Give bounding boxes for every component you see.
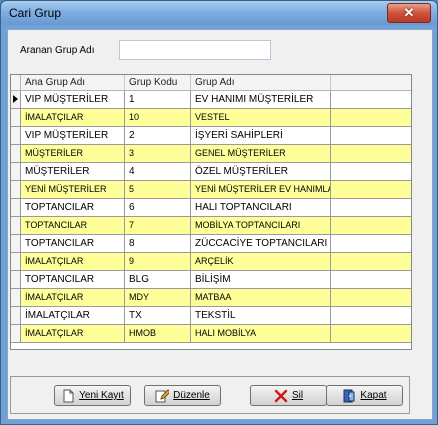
row-indicator[interactable] (11, 145, 21, 162)
row-indicator[interactable] (11, 127, 21, 144)
cell-ana-grup[interactable]: İMALATÇILAR (21, 307, 125, 324)
window-title: Cari Grup (9, 6, 62, 20)
column-header-grup-kodu[interactable]: Grup Kodu (125, 75, 191, 90)
column-header-ana-grup[interactable]: Ana Grup Adı (21, 75, 125, 90)
table-row[interactable]: İMALATÇILAR TX TEKSTİL (11, 307, 411, 325)
column-header-grup-adi[interactable]: Grup Adı (191, 75, 331, 90)
table-row[interactable]: TOPTANCILAR 7 MOBİLYA TOPTANCILARI (11, 217, 411, 235)
table-row[interactable]: TOPTANCILAR 8 ZÜCCACİYE TOPTANCILARI (11, 235, 411, 253)
row-indicator[interactable] (11, 235, 21, 252)
cell-grup-adi[interactable]: ZÜCCACİYE TOPTANCILARI (191, 235, 331, 252)
cell-grup-kodu[interactable]: 2 (125, 127, 191, 144)
cell-grup-adi[interactable]: GENEL MÜŞTERİLER (191, 145, 331, 162)
row-indicator[interactable] (11, 307, 21, 324)
row-indicator[interactable] (11, 163, 21, 180)
row-indicator[interactable] (11, 271, 21, 288)
delete-icon (274, 389, 288, 403)
row-indicator[interactable] (11, 91, 21, 108)
delete-label: Sil (291, 390, 304, 401)
close-button[interactable]: Kapat (326, 385, 403, 406)
cell-ana-grup[interactable]: İMALATÇILAR (21, 289, 125, 306)
new-document-icon (61, 389, 75, 403)
table-row[interactable]: VIP MÜŞTERİLER 1 EV HANIMI MÜŞTERİLER (11, 91, 411, 109)
cell-ana-grup[interactable]: TOPTANCILAR (21, 235, 125, 252)
current-row-arrow-icon (13, 95, 18, 103)
cell-grup-adi[interactable]: BİLİŞİM (191, 271, 331, 288)
cell-grup-kodu[interactable]: BLG (125, 271, 191, 288)
cell-grup-kodu[interactable]: TX (125, 307, 191, 324)
title-bar[interactable]: Cari Grup ✕ (1, 1, 437, 25)
cell-grup-adi[interactable]: HALI TOPTANCILARI (191, 199, 331, 216)
client-area: Aranan Grup Adı Ana Grup Adı Grup Kodu G… (7, 29, 433, 420)
cell-grup-kodu[interactable]: 10 (125, 109, 191, 126)
cell-grup-adi[interactable]: MATBAA (191, 289, 331, 306)
row-indicator[interactable] (11, 181, 21, 198)
cell-ana-grup[interactable]: İMALATÇILAR (21, 253, 125, 270)
cell-grup-kodu[interactable]: HMOB (125, 325, 191, 342)
table-row[interactable]: TOPTANCILAR 6 HALI TOPTANCILARI (11, 199, 411, 217)
window-close-button[interactable]: ✕ (387, 3, 431, 23)
cell-grup-kodu[interactable]: 8 (125, 235, 191, 252)
table-row[interactable]: İMALATÇILAR MDY MATBAA (11, 289, 411, 307)
cell-grup-kodu[interactable]: 9 (125, 253, 191, 270)
cell-grup-kodu[interactable]: 6 (125, 199, 191, 216)
cell-grup-adi[interactable]: HALI MOBİLYA (191, 325, 331, 342)
cell-grup-kodu[interactable]: 5 (125, 181, 191, 198)
cell-ana-grup[interactable]: YENİ MÜŞTERİLER (21, 181, 125, 198)
new-record-button[interactable]: Yeni Kayıt (54, 385, 131, 406)
exit-door-icon (342, 389, 356, 403)
cell-grup-adi[interactable]: ÖZEL MÜŞTERİLER (191, 163, 331, 180)
close-label: Kapat (360, 390, 387, 401)
cell-grup-adi[interactable]: TEKSTİL (191, 307, 331, 324)
delete-button[interactable]: Sil (250, 385, 327, 406)
cell-grup-kodu[interactable]: 7 (125, 217, 191, 234)
table-row[interactable]: MÜŞTERİLER 4 ÖZEL MÜŞTERİLER (11, 163, 411, 181)
cell-grup-adi[interactable]: VESTEL (191, 109, 331, 126)
table-row[interactable]: YENİ MÜŞTERİLER 5 YENİ MÜŞTERİLER EV HANIM… (11, 181, 411, 199)
cell-ana-grup[interactable]: TOPTANCILAR (21, 217, 125, 234)
cell-grup-kodu[interactable]: 4 (125, 163, 191, 180)
cell-ana-grup[interactable]: İMALATÇILAR (21, 325, 125, 342)
grid-body: VIP MÜŞTERİLER 1 EV HANIMI MÜŞTERİLER İMALA… (11, 91, 411, 343)
cell-ana-grup[interactable]: MÜŞTERİLER (21, 163, 125, 180)
cell-grup-kodu[interactable]: MDY (125, 289, 191, 306)
cell-ana-grup[interactable]: TOPTANCILAR (21, 199, 125, 216)
table-row[interactable]: VIP MÜŞTERİLER 2 İŞYERİ SAHİPLERİ (11, 127, 411, 145)
cell-grup-kodu[interactable]: 3 (125, 145, 191, 162)
group-grid: Ana Grup Adı Grup Kodu Grup Adı VIP MÜŞT… (10, 74, 412, 350)
table-row[interactable]: TOPTANCILAR BLG BİLİŞİM (11, 271, 411, 289)
row-indicator[interactable] (11, 199, 21, 216)
button-bar: Yeni Kayıt Düzenle Sil Kapat (10, 376, 410, 414)
close-icon: ✕ (403, 5, 415, 20)
new-record-label: Yeni Kayıt (79, 390, 124, 401)
search-label: Aranan Grup Adı (20, 45, 95, 56)
cell-ana-grup[interactable]: VIP MÜŞTERİLER (21, 127, 125, 144)
row-indicator-header (11, 75, 21, 90)
edit-icon (155, 388, 171, 403)
cari-grup-window: Cari Grup ✕ Aranan Grup Adı Ana Grup Adı… (0, 0, 438, 425)
edit-label: Düzenle (173, 390, 210, 401)
cell-grup-adi[interactable]: MOBİLYA TOPTANCILARI (191, 217, 331, 234)
cell-ana-grup[interactable]: VIP MÜŞTERİLER (21, 91, 125, 108)
cell-grup-kodu[interactable]: 1 (125, 91, 191, 108)
row-indicator[interactable] (11, 109, 21, 126)
row-indicator[interactable] (11, 289, 21, 306)
grid-header: Ana Grup Adı Grup Kodu Grup Adı (11, 75, 411, 91)
table-row[interactable]: MÜŞTERİLER 3 GENEL MÜŞTERİLER (11, 145, 411, 163)
cell-grup-adi[interactable]: ARÇELİK (191, 253, 331, 270)
edit-button[interactable]: Düzenle (144, 385, 221, 406)
row-indicator[interactable] (11, 217, 21, 234)
row-indicator[interactable] (11, 325, 21, 342)
table-row[interactable]: İMALATÇILAR HMOB HALI MOBİLYA (11, 325, 411, 343)
cell-grup-adi[interactable]: EV HANIMI MÜŞTERİLER (191, 91, 331, 108)
cell-ana-grup[interactable]: TOPTANCILAR (21, 271, 125, 288)
row-indicator[interactable] (11, 253, 21, 270)
search-input[interactable] (119, 40, 271, 60)
cell-grup-adi[interactable]: YENİ MÜŞTERİLER EV HANIMLARI (191, 181, 331, 198)
table-row[interactable]: İMALATÇILAR 9 ARÇELİK (11, 253, 411, 271)
cell-grup-adi[interactable]: İŞYERİ SAHİPLERİ (191, 127, 331, 144)
cell-ana-grup[interactable]: MÜŞTERİLER (21, 145, 125, 162)
table-row[interactable]: İMALATÇILAR 10 VESTEL (11, 109, 411, 127)
cell-ana-grup[interactable]: İMALATÇILAR (21, 109, 125, 126)
